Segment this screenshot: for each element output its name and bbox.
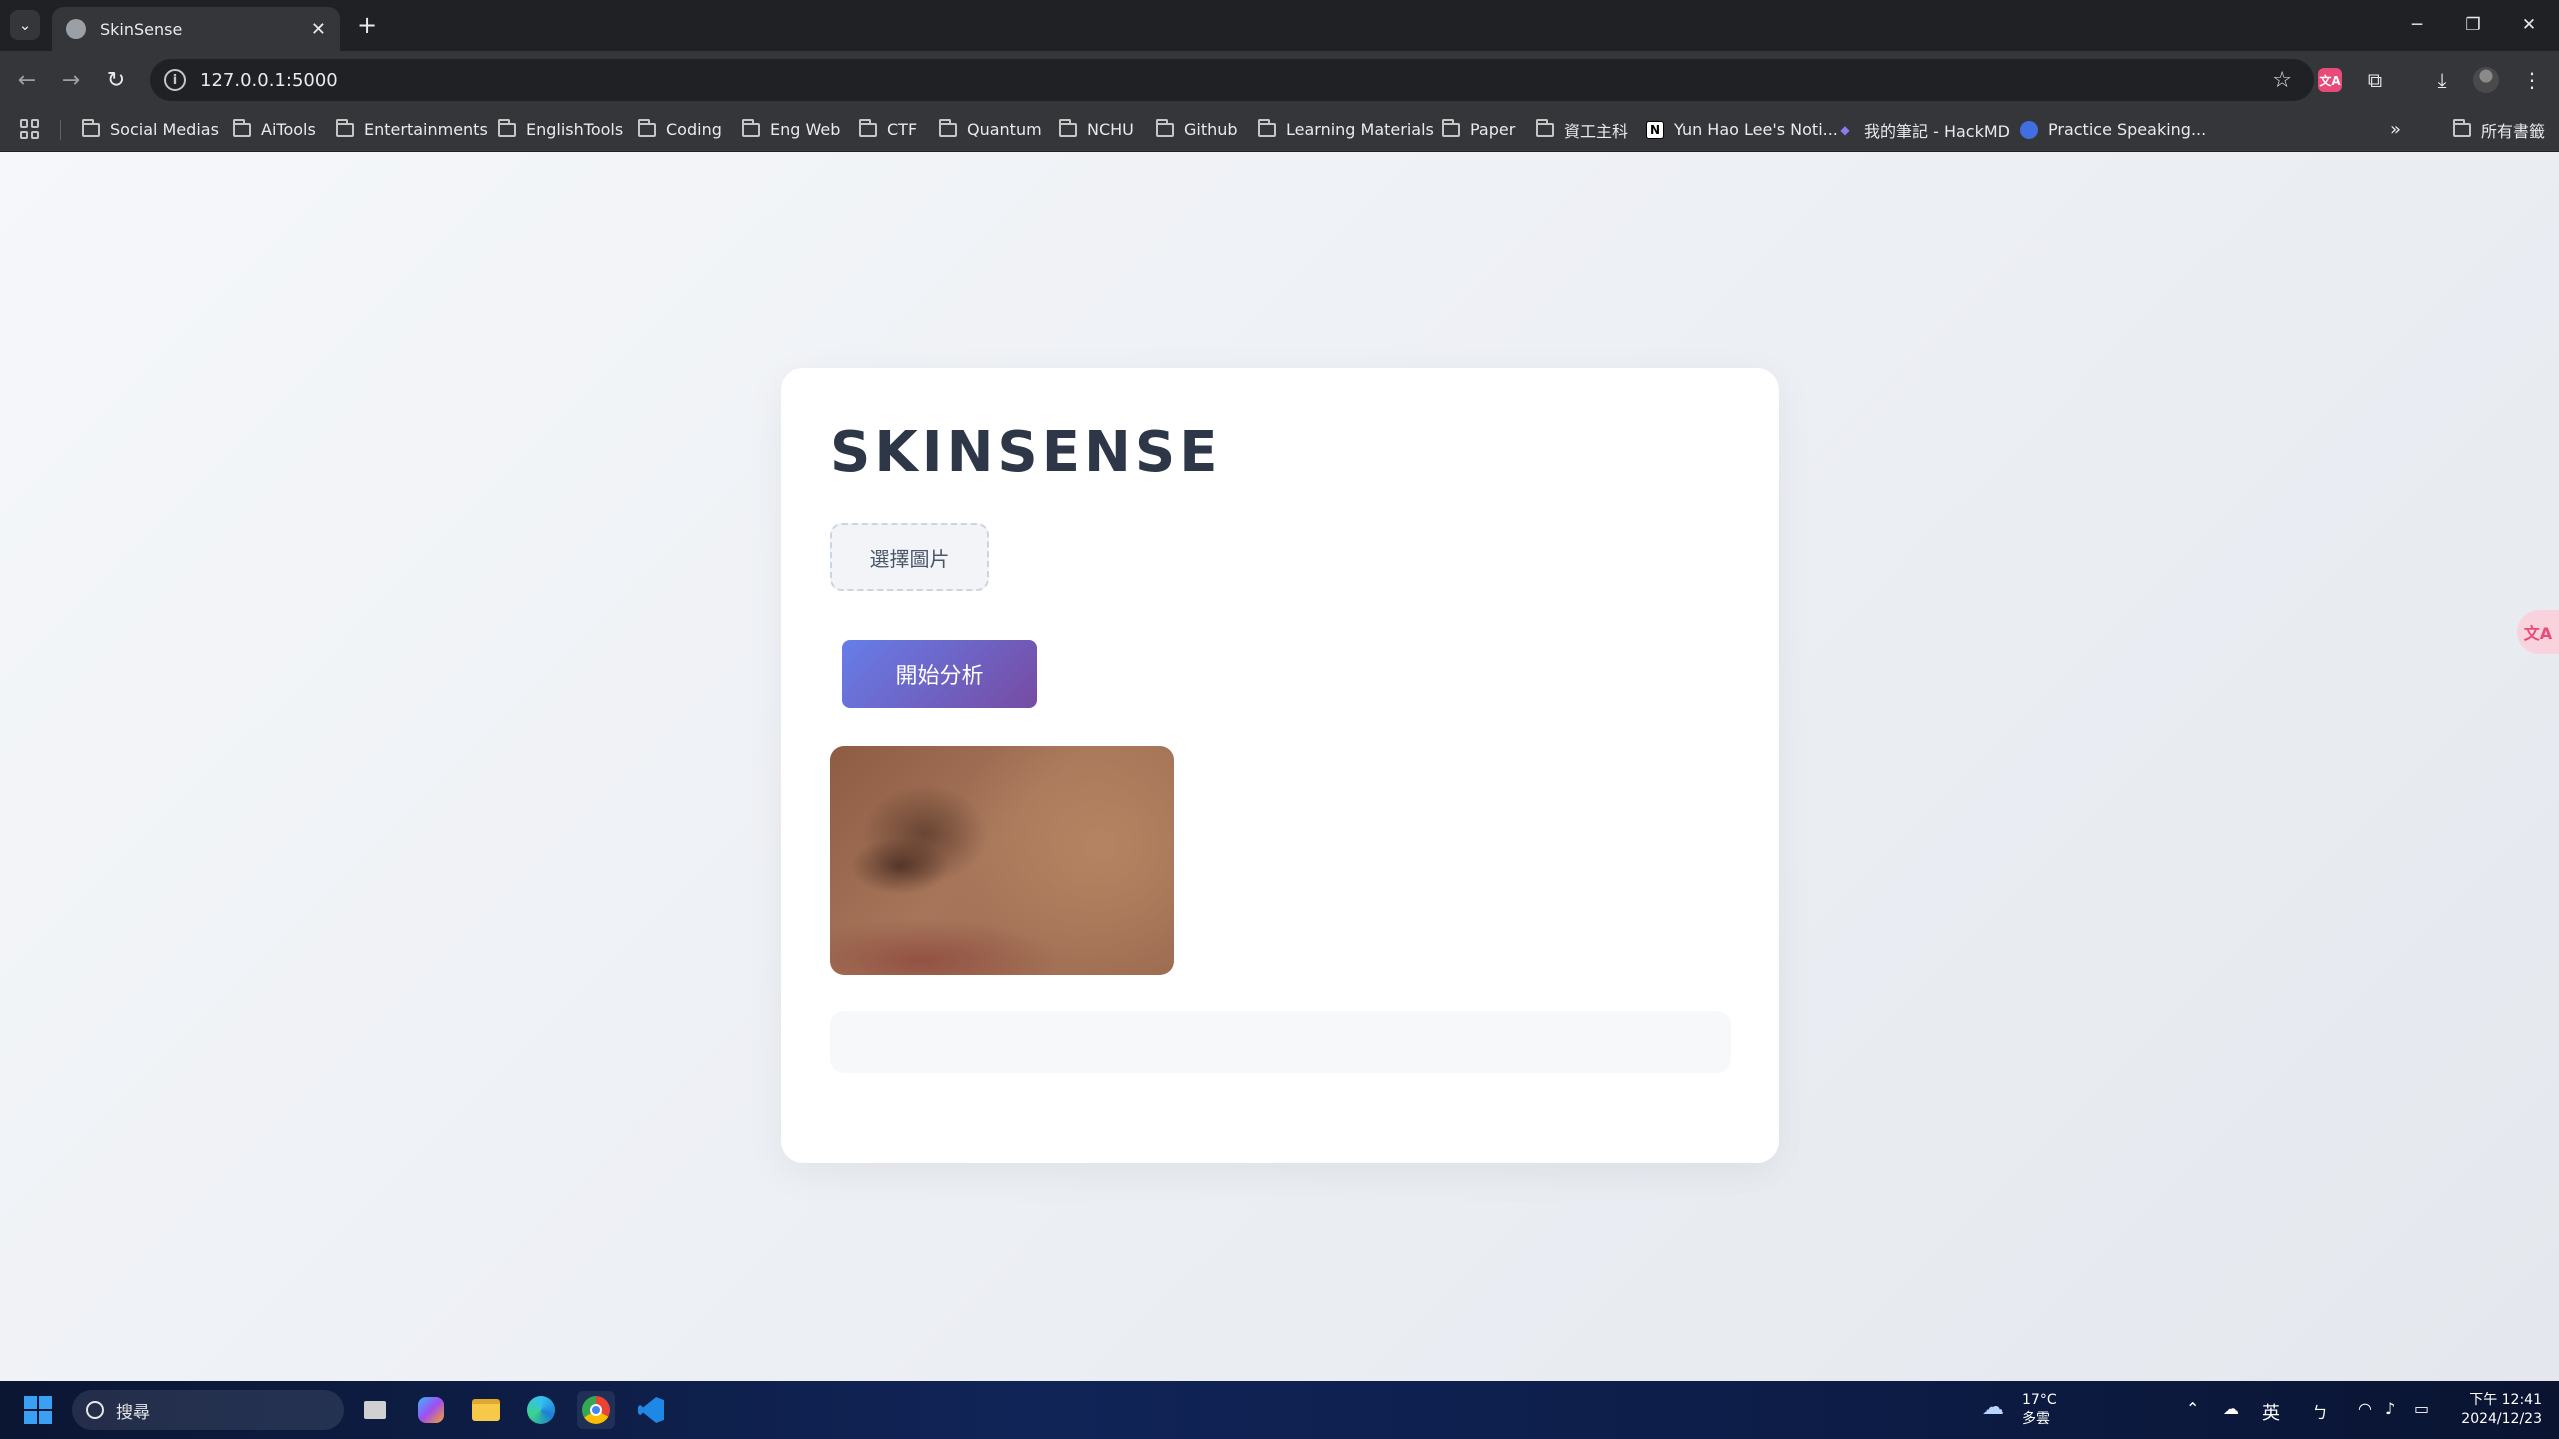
- folder-icon: [1536, 118, 1554, 137]
- notion-icon: N: [1646, 120, 1664, 139]
- folder-icon: [82, 118, 100, 137]
- forward-icon[interactable]: →: [54, 63, 88, 97]
- folder-icon: [859, 118, 877, 137]
- search-icon: [86, 1401, 104, 1419]
- menu-icon[interactable]: ⋮: [2516, 64, 2548, 96]
- task-view-icon[interactable]: [356, 1391, 394, 1429]
- folder-icon: [638, 118, 656, 137]
- page-title: SKINSENSE: [830, 420, 1222, 485]
- reload-icon[interactable]: ↻: [99, 63, 133, 97]
- bookmark-star-icon[interactable]: ☆: [2272, 68, 2292, 93]
- folder-icon: [498, 118, 516, 137]
- url-text: 127.0.0.1:5000: [200, 69, 338, 91]
- copilot-icon[interactable]: [412, 1391, 450, 1429]
- translate-extension-icon[interactable]: 文A: [2314, 64, 2346, 96]
- bookmark-folder[interactable]: Paper: [1442, 108, 1515, 151]
- clock[interactable]: 下午 12:41 2024/12/23: [2452, 1391, 2542, 1429]
- taskbar-search[interactable]: 搜尋: [72, 1390, 344, 1430]
- all-bookmarks[interactable]: 所有書籤: [2453, 108, 2545, 151]
- weather-widget[interactable]: 17°C 多雲: [2022, 1391, 2057, 1429]
- folder-icon: [1442, 118, 1460, 137]
- taskbar-search-placeholder: 搜尋: [116, 1402, 150, 1423]
- close-window-icon[interactable]: ✕: [2509, 8, 2549, 42]
- bookmark-folder[interactable]: 資工主科: [1536, 108, 1628, 151]
- battery-icon[interactable]: ▭: [2414, 1399, 2429, 1418]
- bookmark-folder[interactable]: Entertainments: [336, 108, 488, 151]
- back-icon[interactable]: ←: [10, 63, 44, 97]
- bookmark-folder[interactable]: CTF: [859, 108, 917, 151]
- ime-bopomofo-icon[interactable]: ㄅ: [2312, 1399, 2328, 1423]
- onedrive-icon[interactable]: ☁: [2223, 1399, 2239, 1418]
- chevron-up-icon[interactable]: ⌃: [2186, 1399, 2199, 1418]
- taskbar: 搜尋 ☁ 17°C 多雲 ⌃ ☁ 英 ㄅ ◠ ♪ ▭ 下午 12:41 2024…: [0, 1381, 2559, 1439]
- globe-icon: [66, 19, 86, 39]
- bookmark-folder[interactable]: NCHU: [1059, 108, 1134, 151]
- tab-search-icon[interactable]: ⌄: [10, 10, 40, 40]
- profile-avatar[interactable]: [2470, 64, 2502, 96]
- weather-temp: 17°C: [2022, 1392, 2057, 1408]
- browser-toolbar: ← → ↻ i 127.0.0.1:5000 ☆ 文A ⧉ ⤓ ⋮: [0, 51, 2559, 108]
- divider: [60, 120, 61, 140]
- edge-icon[interactable]: [522, 1391, 560, 1429]
- minimize-icon[interactable]: ─: [2397, 8, 2437, 42]
- site-info-icon[interactable]: i: [164, 69, 186, 91]
- wifi-icon[interactable]: ◠: [2358, 1399, 2372, 1418]
- folder-icon: [1258, 118, 1276, 137]
- close-tab-icon[interactable]: ✕: [311, 19, 326, 40]
- bookmark-folder[interactable]: Github: [1156, 108, 1238, 151]
- bookmark-link[interactable]: N Yun Hao Lee's Noti...: [1646, 108, 1838, 151]
- bookmark-folder[interactable]: Coding: [638, 108, 722, 151]
- page-viewport: SKINSENSE 選擇圖片 開始分析 文A: [0, 152, 2559, 1381]
- hackmd-icon: ◆: [1840, 122, 1850, 137]
- tab-strip: ⌄ SkinSense ✕ + ─ ❐ ✕: [0, 0, 2559, 51]
- bookmark-folder[interactable]: Social Medias: [82, 108, 219, 151]
- more-bookmarks-icon[interactable]: »: [2390, 108, 2401, 151]
- bookmark-folder[interactable]: AiTools: [233, 108, 316, 151]
- bookmark-link[interactable]: ◆ 我的筆記 - HackMD: [1836, 108, 2010, 151]
- volume-icon[interactable]: ♪: [2385, 1399, 2395, 1418]
- new-tab-button[interactable]: +: [352, 10, 382, 40]
- result-box: [830, 1011, 1731, 1073]
- uploaded-image-preview: [830, 746, 1174, 975]
- bookmark-link[interactable]: Practice Speaking...: [2020, 108, 2206, 151]
- vscode-icon[interactable]: [632, 1391, 670, 1429]
- folder-icon: [2453, 118, 2471, 137]
- choose-image-button[interactable]: 選擇圖片: [830, 523, 989, 591]
- date-text: 2024/12/23: [2461, 1411, 2542, 1427]
- chrome-icon[interactable]: [577, 1391, 615, 1429]
- speaking-app-icon: [2020, 120, 2038, 139]
- windows-start-icon[interactable]: [24, 1396, 52, 1424]
- folder-icon: [939, 118, 957, 137]
- analyze-button[interactable]: 開始分析: [842, 640, 1037, 708]
- main-card: SKINSENSE 選擇圖片 開始分析: [781, 368, 1779, 1163]
- ime-mode[interactable]: 英: [2262, 1399, 2280, 1425]
- downloads-icon[interactable]: ⤓: [2426, 64, 2458, 96]
- translate-side-icon[interactable]: 文A: [2517, 610, 2559, 654]
- cloud-weather-icon[interactable]: ☁: [1982, 1395, 2004, 1420]
- tab-title: SkinSense: [100, 19, 183, 39]
- folder-icon: [742, 118, 760, 137]
- address-bar[interactable]: i 127.0.0.1:5000 ☆: [150, 59, 2314, 101]
- bookmark-folder[interactable]: Learning Materials: [1258, 108, 1434, 151]
- file-explorer-icon[interactable]: [467, 1391, 505, 1429]
- folder-icon: [1059, 118, 1077, 137]
- bookmark-folder[interactable]: Eng Web: [742, 108, 840, 151]
- folder-icon: [336, 118, 354, 137]
- time-text: 下午 12:41: [2469, 1392, 2542, 1408]
- bookmarks-bar: Social Medias AiTools Entertainments Eng…: [0, 108, 2559, 151]
- bookmark-folder[interactable]: EnglishTools: [498, 108, 623, 151]
- folder-icon: [1156, 118, 1174, 137]
- folder-icon: [233, 118, 251, 137]
- apps-grid-icon[interactable]: [20, 119, 40, 139]
- weather-desc: 多雲: [2022, 1411, 2050, 1427]
- restore-icon[interactable]: ❐: [2453, 8, 2493, 42]
- bookmark-folder[interactable]: Quantum: [939, 108, 1042, 151]
- tab-skinsense[interactable]: SkinSense ✕: [52, 7, 340, 51]
- extensions-icon[interactable]: ⧉: [2359, 64, 2391, 96]
